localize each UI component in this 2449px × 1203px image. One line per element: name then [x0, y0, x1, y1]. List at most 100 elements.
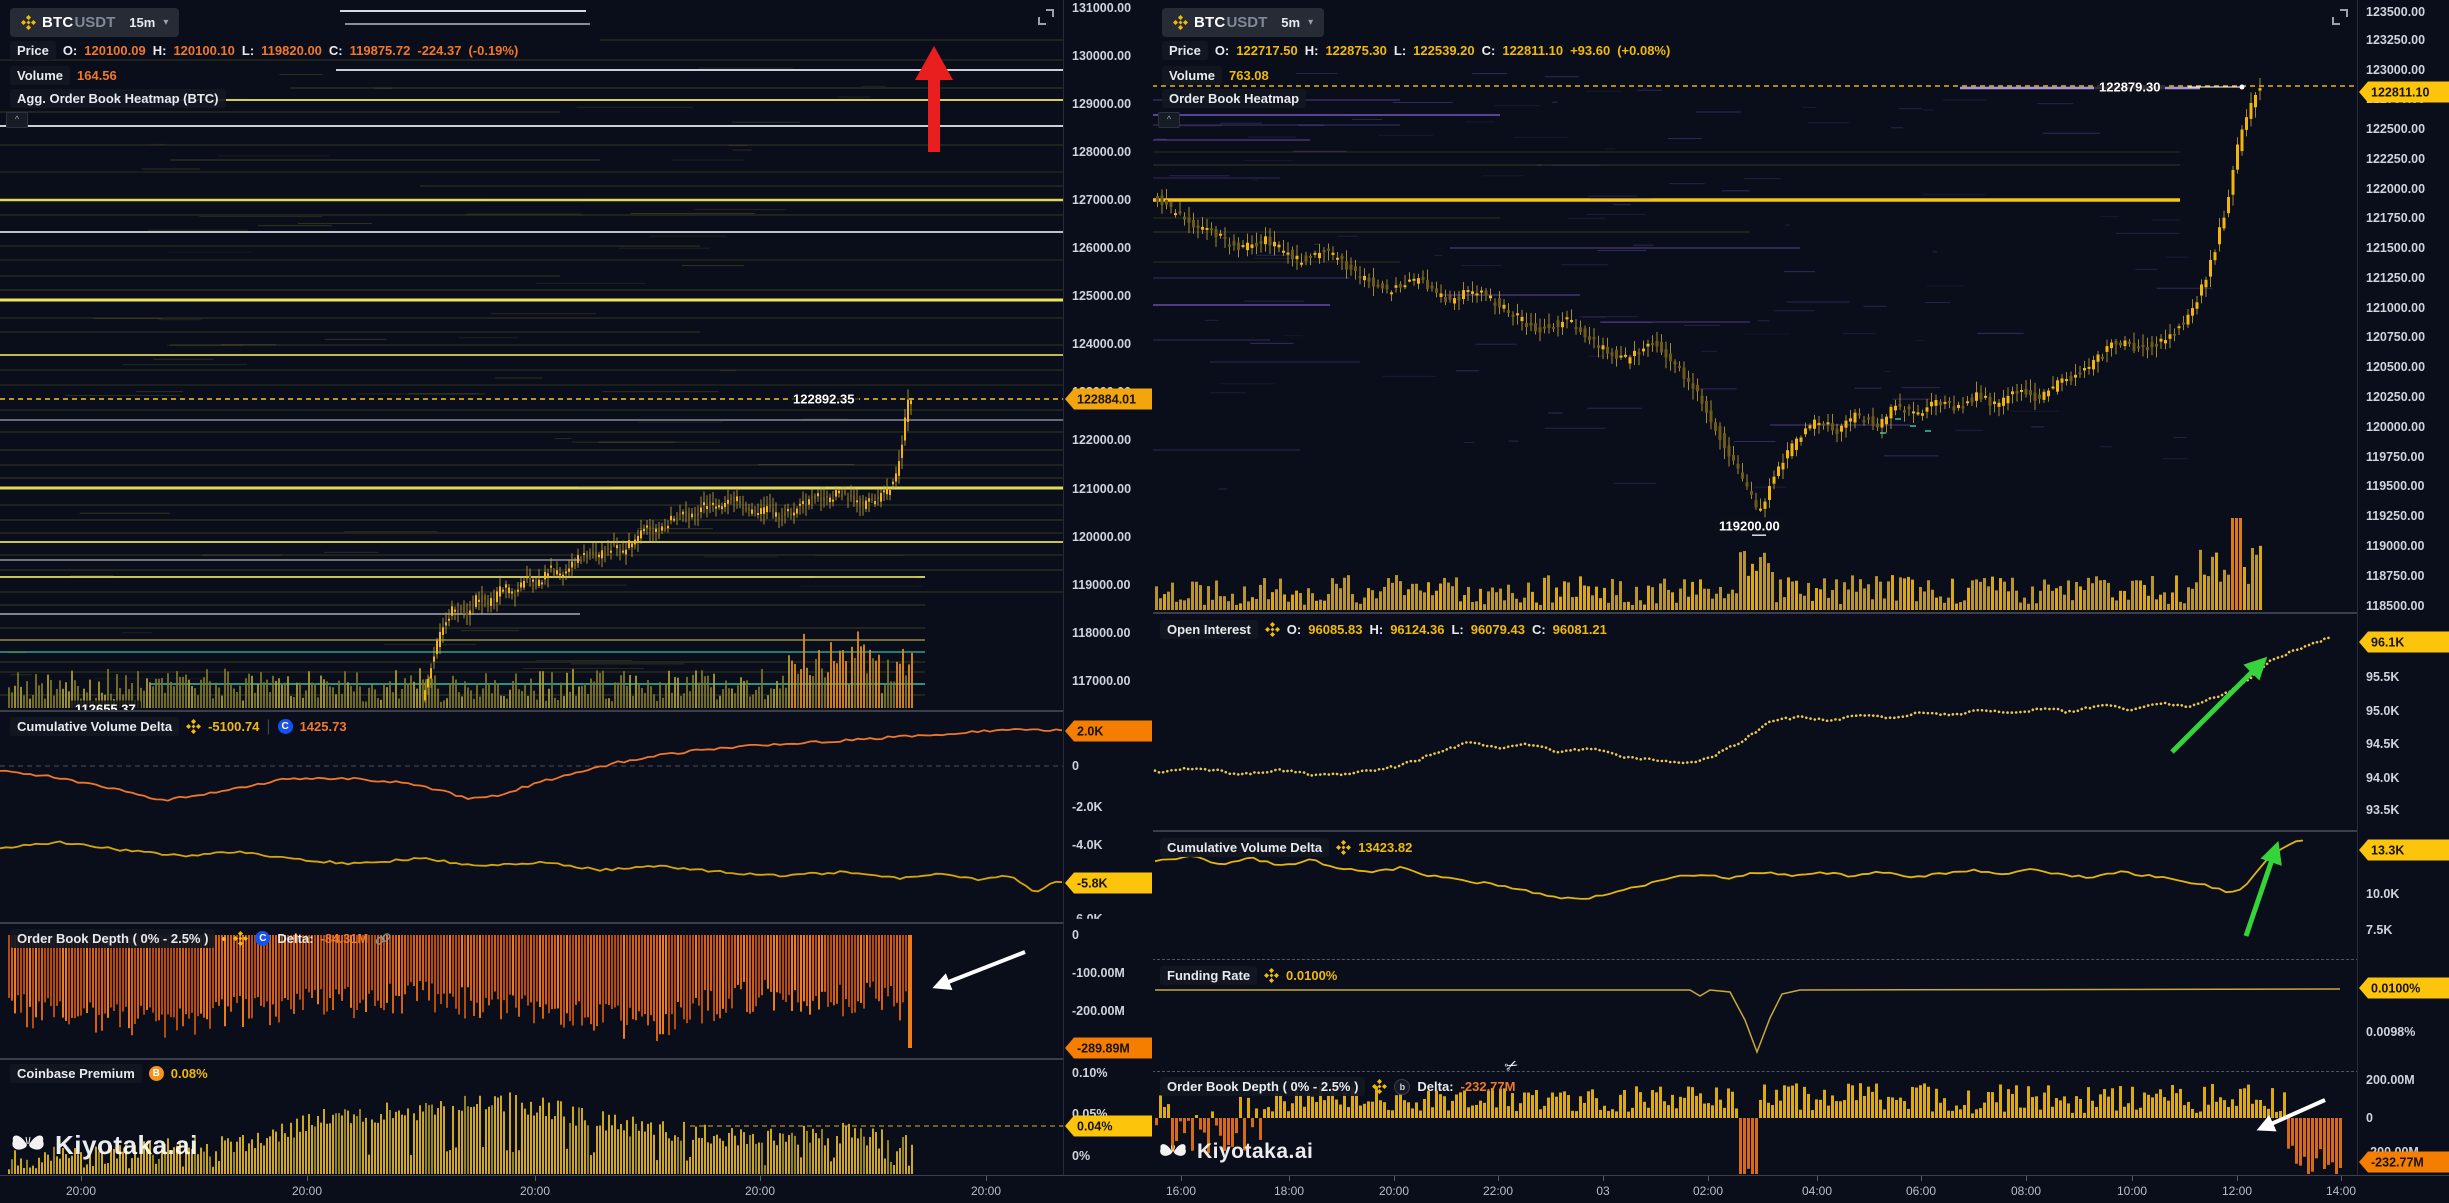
axis-label: 94.0K: [2366, 771, 2399, 785]
pane-divider[interactable]: [1152, 830, 2449, 832]
price-axis-left[interactable]: 131000.00130000.00129000.00128000.001270…: [1063, 0, 1153, 1175]
link-icon[interactable]: [375, 931, 391, 947]
axis-label: 123000.00: [2366, 63, 2425, 77]
axis-tag: 96.1K: [2359, 632, 2449, 653]
axis-label: 120250.00: [2366, 390, 2425, 404]
axis-label: 118000.00: [1072, 626, 1130, 640]
watermark-right: Kiyotaka.ai: [1158, 1138, 1313, 1166]
symbol-selector-right[interactable]: BTCUSDT 5m ▾: [1162, 8, 1324, 37]
premium-value: 0.08%: [171, 1066, 208, 1081]
open-label: O:: [63, 43, 77, 58]
oi-open: 96085.83: [1308, 622, 1362, 637]
time-axis[interactable]: 20:0020:0020:0020:0020:0016:0018:0020:00…: [0, 1175, 2449, 1203]
time-tick: [2341, 1176, 2342, 1181]
volume-value: 164.56: [77, 68, 117, 83]
oi-legend: Open Interest O:96085.83 H:96124.36 L:96…: [1160, 620, 1607, 639]
axis-label: 122250.00: [2366, 152, 2425, 166]
high-price-label: 122879.30: [2094, 79, 2165, 96]
axis-label: 127000.00: [1072, 193, 1131, 207]
premium-legend-left: Coinbase Premium 0.08%: [10, 1064, 208, 1083]
axis-label: -4.0K: [1072, 838, 1103, 852]
axis-label: 123500.00: [2366, 5, 2425, 19]
pane-divider-dashed[interactable]: [1152, 1071, 2449, 1072]
time-tick: [760, 1176, 761, 1181]
current-price-tag: 122884.01: [1065, 389, 1152, 410]
binance-icon: [186, 719, 201, 734]
axis-label: 125000.00: [1072, 289, 1131, 303]
open-label: O:: [1287, 622, 1301, 637]
butterfly-icon: [10, 1128, 46, 1162]
time-label: 20:00: [520, 1184, 550, 1198]
time-label: 02:00: [1693, 1184, 1723, 1198]
pane-divider-dashed[interactable]: [1152, 959, 2449, 960]
symbol-selector-left[interactable]: BTCUSDT 15m ▾: [10, 8, 179, 37]
axis-label: 123250.00: [2366, 33, 2425, 47]
pane-divider[interactable]: [0, 1058, 1152, 1060]
coinbase-icon: [255, 931, 270, 946]
expand-icon-right[interactable]: [2332, 9, 2348, 25]
axis-label: 119000.00: [1072, 578, 1130, 592]
pane-divider[interactable]: [0, 710, 1152, 712]
volume-label: Volume: [10, 66, 70, 85]
axis-label: 94.5K: [2366, 737, 2399, 751]
collapse-button-left[interactable]: ^: [6, 112, 28, 128]
time-label: 20:00: [971, 1184, 1001, 1198]
axis-tag: -289.89M: [1065, 1038, 1152, 1059]
chevron-down-icon: ▾: [1308, 17, 1313, 28]
time-tick: [986, 1176, 987, 1181]
volume-legend-right: Volume 763.08: [1162, 66, 1269, 85]
axis-label: 130000.00: [1072, 49, 1131, 63]
obd-title: Order Book Depth ( 0% - 2.5% ): [1160, 1077, 1365, 1096]
axis-label: 129000.00: [1072, 97, 1131, 111]
oi-low: 96079.43: [1471, 622, 1525, 637]
funding-value: 0.0100%: [1286, 968, 1337, 983]
pane-divider[interactable]: [0, 922, 1152, 924]
pane-divider[interactable]: [1152, 612, 2449, 614]
watermark-left: Kiyotaka.ai: [10, 1128, 198, 1162]
time-tick: [2132, 1176, 2133, 1181]
time-tick: [2237, 1176, 2238, 1181]
axis-tag: -5.8K: [1065, 873, 1152, 894]
axis-label: 117000.00: [1072, 674, 1130, 688]
cvd-title: Cumulative Volume Delta: [1160, 838, 1329, 857]
time-label: 03: [1596, 1184, 1609, 1198]
time-tick: [1289, 1176, 1290, 1181]
close-label: C:: [329, 43, 343, 58]
axis-label: 119000.00: [2366, 539, 2424, 553]
axis-label: 122000.00: [2366, 182, 2425, 196]
low-value: 119820.00: [261, 43, 322, 58]
timeframe: 15m: [129, 15, 155, 30]
change-value: -224.37: [417, 43, 461, 58]
axis-label: 0%: [1072, 1149, 1090, 1163]
low-value: 122539.20: [1413, 43, 1474, 58]
time-label: 04:00: [1802, 1184, 1832, 1198]
axis-label: 0.0098%: [2366, 1025, 2415, 1039]
open-value: 122717.50: [1236, 43, 1297, 58]
price-line-label-left: 122892.35: [788, 391, 859, 408]
time-label: 20:00: [292, 1184, 322, 1198]
obd-legend-right: Order Book Depth ( 0% - 2.5% ) Delta: -2…: [1160, 1077, 1515, 1096]
chevron-down-icon: ▾: [163, 17, 168, 28]
time-label: 14:00: [2326, 1184, 2356, 1198]
axis-label: 0: [1072, 928, 1079, 942]
axis-label: 119500.00: [2366, 479, 2424, 493]
axis-label: 119250.00: [2366, 509, 2424, 523]
time-label: 20:00: [1379, 1184, 1409, 1198]
time-label: 22:00: [1483, 1184, 1513, 1198]
axis-label: 200.00M: [2366, 1073, 2415, 1087]
price-axis-right[interactable]: 123500.00123250.00123000.00122750.001225…: [2357, 0, 2449, 1175]
delta-value: -84.31M: [321, 931, 369, 946]
cvd-legend-left: Cumulative Volume Delta -5100.74 | 1425.…: [10, 717, 347, 736]
right-chart[interactable]: [1152, 0, 2357, 1175]
axis-label: -2.0K: [1072, 800, 1103, 814]
time-tick: [81, 1176, 82, 1181]
binance-icon: [21, 15, 36, 30]
open-label: O:: [1215, 43, 1229, 58]
watermark-text: Kiyotaka.ai: [55, 1130, 198, 1161]
collapse-button-right[interactable]: ^: [1158, 112, 1180, 128]
high-label: H:: [1369, 622, 1383, 637]
heatmap-legend-right: Order Book Heatmap: [1162, 89, 1306, 108]
axis-tag: -232.77M: [2359, 1152, 2449, 1173]
expand-icon-left[interactable]: [1038, 9, 1054, 25]
low-label: L:: [1394, 43, 1406, 58]
